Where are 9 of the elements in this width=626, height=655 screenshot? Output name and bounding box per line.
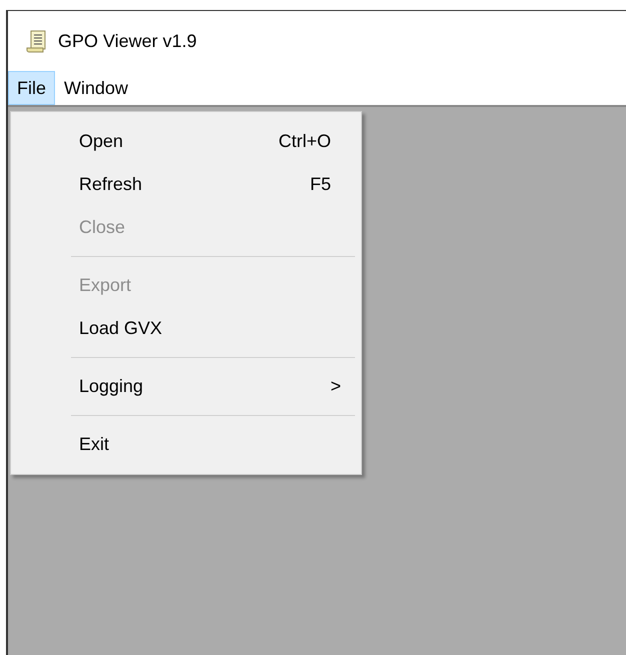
menu-item[interactable]: Refresh F5 xyxy=(11,163,361,206)
menu-item[interactable]: Exit xyxy=(11,423,361,466)
menu-item[interactable]: Load GVX xyxy=(11,307,361,350)
menu-bar-item[interactable]: File xyxy=(8,71,56,105)
window-title: GPO Viewer v1.9 xyxy=(58,30,197,52)
scroll-icon xyxy=(26,29,48,53)
menu-bar-item[interactable]: Window xyxy=(55,71,138,105)
menu-item[interactable]: Open Ctrl+O xyxy=(11,120,361,163)
submenu-item[interactable]: Logging > xyxy=(11,365,361,408)
